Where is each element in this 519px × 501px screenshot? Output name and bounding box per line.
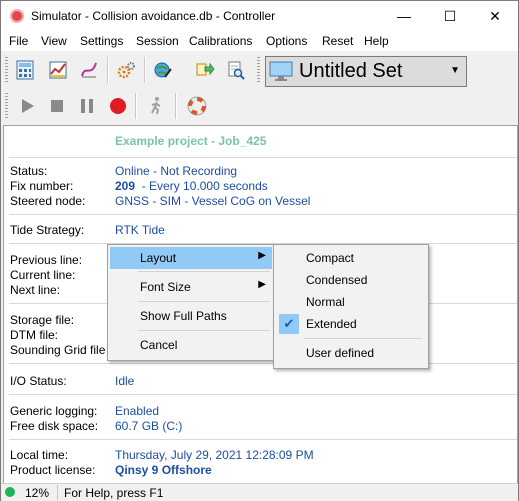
- divider: [9, 363, 517, 364]
- previous-line-label: Previous line:: [10, 253, 83, 267]
- menu-item-layout[interactable]: Layout ▶: [110, 247, 272, 269]
- disk-value: 60.7 GB (C:): [115, 419, 183, 433]
- walking-icon[interactable]: [143, 93, 169, 119]
- menu-file[interactable]: File: [9, 34, 28, 48]
- window-title: Simulator - Collision avoidance.db - Con…: [31, 9, 276, 23]
- set-combo-value: Untitled Set: [299, 60, 403, 82]
- status-separator: [57, 485, 58, 500]
- menu-item-cancel[interactable]: Cancel: [110, 334, 272, 356]
- record-icon[interactable]: [105, 93, 131, 119]
- document-search-icon[interactable]: [223, 57, 249, 83]
- fix-label: Fix number:: [10, 179, 74, 193]
- toolbar-grip[interactable]: [5, 93, 8, 119]
- menu-item-font-size[interactable]: Font Size ▶: [110, 276, 272, 298]
- storage-label: Storage file:: [10, 313, 75, 327]
- steered-value: GNSS - SIM - Vessel CoG on Vessel: [115, 194, 311, 208]
- status-value: Online - Not Recording: [115, 164, 238, 178]
- menu-options[interactable]: Options: [266, 34, 307, 48]
- set-combo[interactable]: Untitled Set ▼: [265, 56, 467, 87]
- io-value: Idle: [115, 374, 135, 388]
- dtm-label: DTM file:: [10, 328, 58, 342]
- submenu-item-normal[interactable]: Normal: [276, 291, 426, 313]
- checkmark-icon: ✔: [279, 314, 299, 334]
- submenu-item-compact[interactable]: Compact: [276, 247, 426, 269]
- menu-separator: [138, 330, 270, 331]
- transfer-icon[interactable]: [192, 57, 218, 83]
- layout-submenu: Compact Condensed Normal ✔ Extended User…: [273, 244, 429, 369]
- status-bar: 12% For Help, press F1: [1, 483, 518, 501]
- toolbar-separator: [135, 93, 137, 119]
- submenu-item-user-defined[interactable]: User defined: [276, 342, 426, 364]
- settings-gears-icon[interactable]: [113, 57, 139, 83]
- monitor-icon: [269, 61, 293, 81]
- menu-view[interactable]: View: [41, 34, 67, 48]
- project-name: Example project - Job_425: [115, 134, 267, 148]
- menu-help[interactable]: Help: [364, 34, 389, 48]
- license-value: Qinsy 9 Offshore: [115, 463, 212, 477]
- maximize-button[interactable]: ☐: [427, 1, 473, 31]
- status-help-text: For Help, press F1: [64, 486, 164, 500]
- submenu-item-condensed[interactable]: Condensed: [276, 269, 426, 291]
- menu-separator: [138, 271, 270, 272]
- menu-separator: [304, 338, 422, 339]
- close-button[interactable]: ✕: [472, 1, 518, 31]
- menu-session[interactable]: Session: [136, 34, 179, 48]
- toolbar-separator: [144, 57, 146, 83]
- fix-value: 209 - Every 10.000 seconds: [115, 179, 268, 193]
- status-label: Status:: [10, 164, 48, 178]
- status-indicator-icon: [5, 487, 15, 497]
- minimize-button[interactable]: —: [381, 1, 427, 31]
- tide-value: RTK Tide: [115, 223, 165, 237]
- pause-icon[interactable]: [74, 93, 100, 119]
- chevron-down-icon[interactable]: ▼: [450, 65, 460, 76]
- chart-icon[interactable]: [45, 57, 71, 83]
- divider: [9, 394, 517, 395]
- menu-reset[interactable]: Reset: [322, 34, 353, 48]
- play-icon[interactable]: [14, 93, 40, 119]
- divider: [9, 157, 517, 158]
- chevron-right-icon: ▶: [258, 250, 266, 261]
- grid-label: Sounding Grid file: [10, 343, 106, 357]
- menu-settings[interactable]: Settings: [80, 34, 123, 48]
- license-label: Product license:: [10, 463, 96, 477]
- next-line-label: Next line:: [10, 283, 61, 297]
- curve-icon[interactable]: [76, 57, 102, 83]
- status-percent: 12%: [25, 486, 50, 500]
- fix-number: 209: [115, 179, 136, 193]
- toolbar-separator: [107, 57, 109, 83]
- menu-separator: [138, 301, 270, 302]
- logging-value: Enabled: [115, 404, 160, 418]
- divider: [9, 214, 517, 215]
- control-toolbar: [1, 89, 518, 123]
- disk-label: Free disk space:: [10, 419, 99, 433]
- divider: [9, 439, 517, 440]
- toolbar-grip[interactable]: [257, 57, 260, 83]
- calculator-icon[interactable]: [12, 57, 38, 83]
- app-icon: [10, 9, 24, 23]
- globe-edit-icon[interactable]: [150, 57, 176, 83]
- menu-bar: File View Settings Session Calibrations …: [1, 31, 518, 51]
- submenu-item-extended[interactable]: ✔ Extended: [276, 313, 426, 335]
- toolbar-separator: [175, 93, 177, 119]
- time-label: Local time:: [10, 448, 69, 462]
- io-label: I/O Status:: [10, 374, 67, 388]
- time-value: Thursday, July 29, 2021 12:28:09 PM: [115, 448, 314, 462]
- chevron-right-icon: ▶: [258, 279, 266, 290]
- stop-icon[interactable]: [44, 93, 70, 119]
- menu-item-show-full-paths[interactable]: Show Full Paths: [110, 305, 272, 327]
- toolbar-grip[interactable]: [5, 57, 8, 83]
- fix-rate: - Every 10.000 seconds: [141, 179, 268, 193]
- current-line-label: Current line:: [10, 268, 76, 282]
- steered-label: Steered node:: [10, 194, 86, 208]
- title-bar[interactable]: Simulator - Collision avoidance.db - Con…: [1, 1, 518, 31]
- menu-calibrations[interactable]: Calibrations: [189, 34, 252, 48]
- tide-label: Tide Strategy:: [10, 223, 85, 237]
- logging-label: Generic logging:: [10, 404, 98, 418]
- lifebuoy-icon[interactable]: [184, 93, 210, 119]
- context-menu: Layout ▶ Font Size ▶ Show Full Paths Can…: [107, 244, 275, 361]
